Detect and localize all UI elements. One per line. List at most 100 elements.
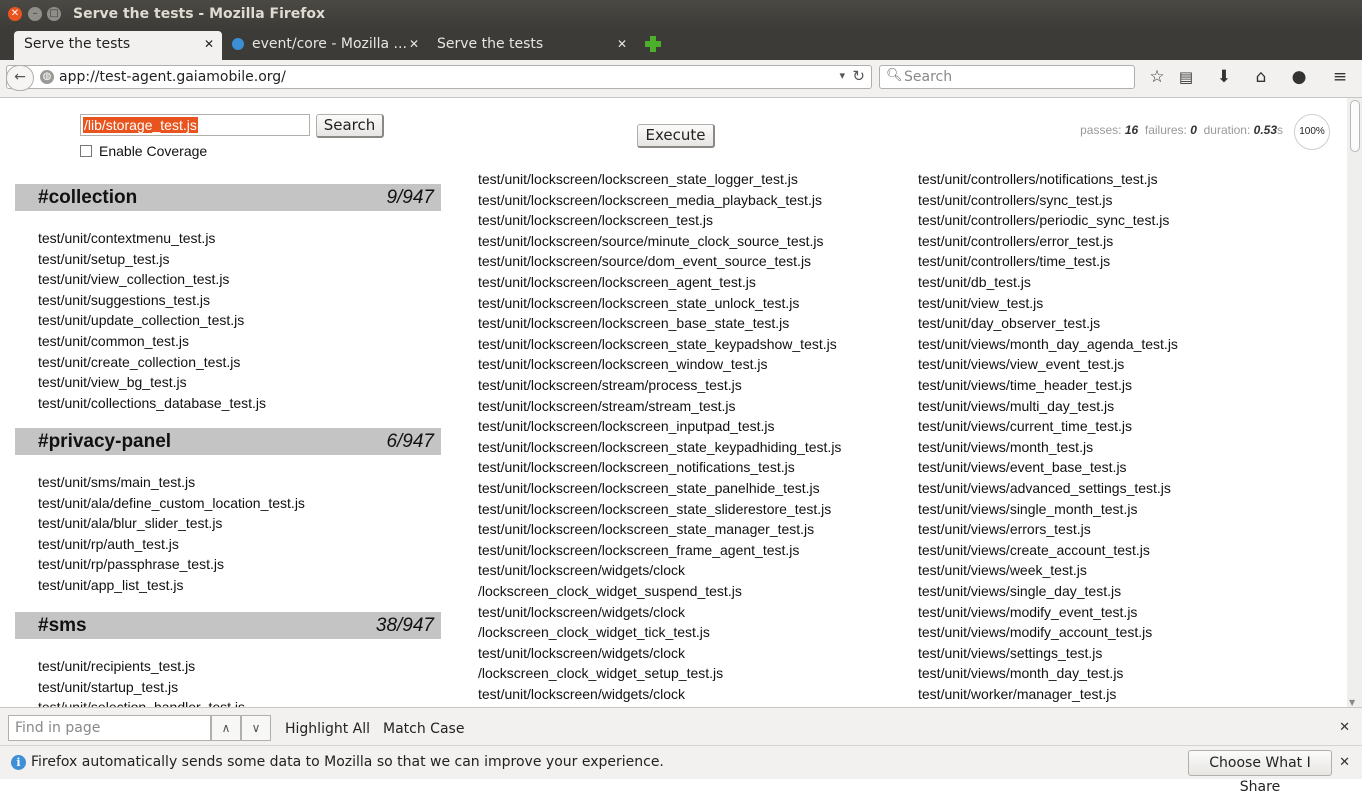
test-link[interactable]: test/unit/lockscreen/lockscreen_state_lo… bbox=[478, 171, 798, 187]
test-link[interactable]: test/unit/lockscreen/lockscreen_state_ke… bbox=[478, 439, 841, 455]
match-case-button[interactable]: Match Case bbox=[383, 721, 464, 737]
group-header[interactable]: #sms 38/947 bbox=[15, 612, 441, 639]
home-icon[interactable]: ⌂ bbox=[1249, 66, 1273, 88]
test-link[interactable]: test/unit/controllers/time_test.js bbox=[918, 253, 1110, 269]
test-link[interactable]: test/unit/view_test.js bbox=[918, 295, 1043, 311]
test-link[interactable]: test/unit/lockscreen/lockscreen_window_t… bbox=[478, 356, 767, 372]
find-bar-close-icon[interactable]: ✕ bbox=[1339, 720, 1350, 735]
test-link[interactable]: test/unit/lockscreen/lockscreen_media_pl… bbox=[478, 192, 822, 208]
tab-serve-the-tests-active[interactable]: Serve the tests ✕ bbox=[14, 31, 222, 60]
test-link[interactable]: test/unit/controllers/error_test.js bbox=[918, 233, 1113, 249]
find-in-page-input[interactable]: Find in page bbox=[8, 715, 211, 741]
test-link[interactable]: test/unit/ala/define_custom_location_tes… bbox=[38, 495, 305, 511]
tab-close-icon[interactable]: ✕ bbox=[409, 31, 419, 58]
find-previous-icon[interactable]: ∧ bbox=[211, 715, 241, 741]
test-link[interactable]: test/unit/lockscreen/widgets/clock bbox=[478, 604, 685, 620]
url-bar[interactable]: ← ◍ app://test-agent.gaiamobile.org/ ▾ ↻ bbox=[6, 65, 872, 91]
window-minimize-button[interactable]: – bbox=[28, 7, 42, 21]
test-link[interactable]: test/unit/views/view_event_test.js bbox=[918, 356, 1124, 372]
test-link[interactable]: test/unit/views/modify_account_test.js bbox=[918, 624, 1152, 640]
test-link[interactable]: test/unit/view_collection_test.js bbox=[38, 271, 229, 287]
test-link[interactable]: /lockscreen_clock_widget_tick_test.js bbox=[478, 624, 710, 640]
star-icon[interactable]: ☆ bbox=[1145, 66, 1169, 88]
test-link[interactable]: test/unit/day_observer_test.js bbox=[918, 315, 1100, 331]
test-link[interactable]: test/unit/views/errors_test.js bbox=[918, 521, 1091, 537]
enable-coverage-checkbox[interactable] bbox=[80, 145, 92, 157]
test-link[interactable]: test/unit/lockscreen/lockscreen_test.js bbox=[478, 212, 713, 228]
test-link[interactable]: test/unit/suggestions_test.js bbox=[38, 292, 210, 308]
tab-event-core[interactable]: event/core - Mozilla ... ✕ bbox=[222, 31, 427, 60]
test-link[interactable]: test/unit/controllers/sync_test.js bbox=[918, 192, 1113, 208]
test-link[interactable]: test/unit/controllers/notifications_test… bbox=[918, 171, 1158, 187]
url-history-dropdown-icon[interactable]: ▾ bbox=[839, 69, 845, 82]
test-link[interactable]: test/unit/view_bg_test.js bbox=[38, 374, 187, 390]
choose-what-i-share-button[interactable]: Choose What I Share bbox=[1188, 750, 1332, 795]
search-input[interactable]: 🔍︎ Search bbox=[879, 65, 1135, 89]
test-link[interactable]: test/unit/lockscreen/lockscreen_state_pa… bbox=[478, 480, 820, 496]
scroll-down-arrow-icon[interactable]: ▼ bbox=[1349, 698, 1355, 707]
test-link[interactable]: test/unit/lockscreen/stream/process_test… bbox=[478, 377, 742, 393]
test-link[interactable]: test/unit/lockscreen/lockscreen_agent_te… bbox=[478, 274, 756, 290]
test-link[interactable]: test/unit/ala/blur_slider_test.js bbox=[38, 515, 222, 531]
download-icon[interactable]: ⬇ bbox=[1212, 66, 1236, 88]
tab-serve-the-tests[interactable]: Serve the tests ✕ bbox=[427, 31, 635, 60]
test-link[interactable]: /lockscreen_clock_widget_suspend_test.js bbox=[478, 583, 742, 599]
test-link[interactable]: test/unit/lockscreen/lockscreen_state_ma… bbox=[478, 521, 814, 537]
new-tab-plus-icon[interactable] bbox=[643, 34, 663, 54]
test-link[interactable]: test/unit/lockscreen/lockscreen_inputpad… bbox=[478, 418, 775, 434]
test-link[interactable]: test/unit/lockscreen/lockscreen_state_ke… bbox=[478, 336, 837, 352]
bookmarks-menu-icon[interactable]: ▤ bbox=[1174, 66, 1198, 88]
test-link[interactable]: test/unit/lockscreen/stream/stream_test.… bbox=[478, 398, 736, 414]
test-link[interactable]: test/unit/views/create_account_test.js bbox=[918, 542, 1150, 558]
test-link[interactable]: test/unit/rp/auth_test.js bbox=[38, 536, 179, 552]
group-header[interactable]: #collection 9/947 bbox=[15, 184, 441, 211]
hamburger-menu-icon[interactable]: ≡ bbox=[1328, 66, 1352, 88]
test-link[interactable]: test/unit/contextmenu_test.js bbox=[38, 230, 215, 246]
test-link[interactable]: test/unit/lockscreen/lockscreen_base_sta… bbox=[478, 315, 789, 331]
test-link[interactable]: test/unit/lockscreen/widgets/clock bbox=[478, 686, 685, 702]
back-arrow-icon[interactable]: ← bbox=[6, 65, 34, 91]
test-link[interactable]: test/unit/selection_handler_test.js bbox=[38, 699, 245, 707]
search-button[interactable]: Search bbox=[316, 114, 384, 138]
test-link[interactable]: test/unit/lockscreen/lockscreen_state_sl… bbox=[478, 501, 831, 517]
test-link[interactable]: test/unit/views/current_time_test.js bbox=[918, 418, 1132, 434]
test-link[interactable]: test/unit/views/week_test.js bbox=[918, 562, 1087, 578]
test-path-input[interactable]: /lib/storage_test.js bbox=[80, 114, 310, 136]
test-link[interactable]: test/unit/lockscreen/widgets/clock bbox=[478, 562, 685, 578]
find-next-icon[interactable]: ∨ bbox=[241, 715, 271, 741]
test-link[interactable]: test/unit/recipients_test.js bbox=[38, 658, 195, 674]
test-link[interactable]: test/unit/worker/manager_test.js bbox=[918, 686, 1116, 702]
notification-close-icon[interactable]: ✕ bbox=[1339, 755, 1350, 770]
test-link[interactable]: test/unit/lockscreen/lockscreen_state_un… bbox=[478, 295, 799, 311]
reload-icon[interactable]: ↻ bbox=[852, 67, 865, 85]
test-link[interactable]: test/unit/sms/main_test.js bbox=[38, 474, 195, 490]
test-link[interactable]: test/unit/lockscreen/lockscreen_frame_ag… bbox=[478, 542, 799, 558]
test-link[interactable]: test/unit/app_list_test.js bbox=[38, 577, 184, 593]
test-link[interactable]: test/unit/common_test.js bbox=[38, 333, 189, 349]
globe-icon[interactable]: ◍ bbox=[40, 70, 54, 84]
window-close-button[interactable]: ✕ bbox=[8, 7, 22, 21]
tab-close-icon[interactable]: ✕ bbox=[617, 31, 627, 58]
test-link[interactable]: test/unit/create_collection_test.js bbox=[38, 354, 240, 370]
test-link[interactable]: test/unit/startup_test.js bbox=[38, 679, 178, 695]
test-link[interactable]: test/unit/views/multi_day_test.js bbox=[918, 398, 1114, 414]
test-link[interactable]: test/unit/lockscreen/source/minute_clock… bbox=[478, 233, 824, 249]
chat-icon[interactable]: ● bbox=[1287, 66, 1311, 88]
test-link[interactable]: test/unit/views/single_month_test.js bbox=[918, 501, 1137, 517]
test-link[interactable]: test/unit/views/month_day_agenda_test.js bbox=[918, 336, 1178, 352]
test-link[interactable]: test/unit/setup_test.js bbox=[38, 251, 170, 267]
test-link[interactable]: test/unit/lockscreen/lockscreen_notifica… bbox=[478, 459, 795, 475]
test-link[interactable]: test/unit/views/month_day_test.js bbox=[918, 665, 1123, 681]
test-link[interactable]: test/unit/controllers/periodic_sync_test… bbox=[918, 212, 1169, 228]
test-link[interactable]: /lockscreen_clock_widget_setup_test.js bbox=[478, 665, 723, 681]
vertical-scrollbar[interactable]: ▼ bbox=[1347, 98, 1362, 707]
execute-button[interactable]: Execute bbox=[637, 124, 715, 148]
test-link[interactable]: test/unit/update_collection_test.js bbox=[38, 312, 244, 328]
test-link[interactable]: test/unit/lockscreen/source/dom_event_so… bbox=[478, 253, 811, 269]
test-link[interactable]: test/unit/views/modify_event_test.js bbox=[918, 604, 1137, 620]
scrollbar-thumb[interactable] bbox=[1350, 100, 1360, 152]
test-link[interactable]: test/unit/collections_database_test.js bbox=[38, 395, 266, 411]
test-link[interactable]: test/unit/views/single_day_test.js bbox=[918, 583, 1121, 599]
test-link[interactable]: test/unit/views/event_base_test.js bbox=[918, 459, 1127, 475]
test-link[interactable]: test/unit/db_test.js bbox=[918, 274, 1031, 290]
